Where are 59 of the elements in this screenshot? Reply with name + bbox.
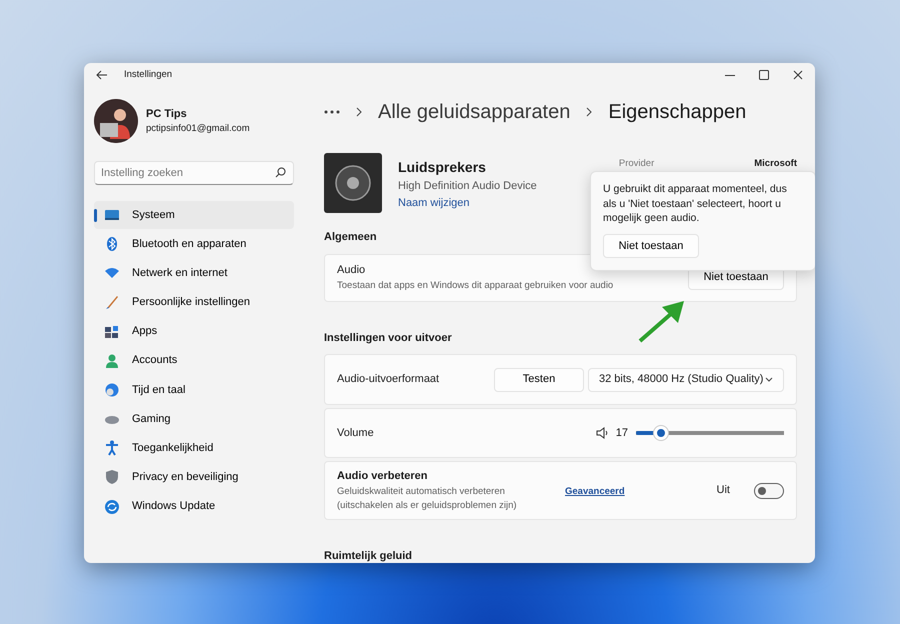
setting-label: Audio verbeteren [337,469,428,484]
toggle-state: Uit [716,483,730,498]
test-button[interactable]: Testen [494,368,584,392]
sidebar-item[interactable]: Toegankelijkheid [94,434,294,462]
more-icon[interactable] [324,110,340,114]
setting-label: Volume [337,426,374,441]
volume-reading: 17 [616,426,628,441]
update-icon [104,498,120,515]
chevron-icon [356,107,362,117]
search-field[interactable]: Instelling zoeken [94,161,294,185]
sidebar-item[interactable]: Accounts [94,346,294,375]
speaker-icon [324,153,382,213]
sidebar-item[interactable]: Apps [94,318,294,346]
bluetooth-icon [104,236,120,252]
section-heading: Instellingen voor uitvoer [324,330,452,346]
flyout-message: U gebruikt dit apparaat momenteel, dus als u 'Niet toestaan' selecteert, hoort u mogelijk geen audio. [603,182,788,226]
user-name: PC Tips [146,106,188,122]
sidebar-item[interactable]: Windows Update [94,492,294,520]
sidebar-item[interactable]: Privacy en beveiliging [94,464,294,492]
sidebar-item[interactable]: Persoonlijke instellingen [94,288,294,316]
minimize-icon [725,74,735,76]
disallow-button[interactable]: Niet toestaan [603,234,699,258]
chevron-down-icon [765,377,773,382]
slider-thumb[interactable] [654,426,668,440]
shield-icon [104,469,120,486]
speaker-icon[interactable] [596,427,608,439]
person-icon [104,352,120,369]
accessibility-icon [104,440,120,456]
section-heading: Ruimtelijk geluid [324,549,412,563]
page-title: Eigenschappen [608,100,746,125]
search-icon [275,167,286,178]
sidebar-item[interactable]: Bluetooth en apparaten [94,230,294,258]
brush-icon [104,294,120,310]
window-title: Instellingen [124,68,172,82]
setting-description: Geluidskwaliteit automatisch verbeteren (uitschakelen als er geluidsproblemen zijn) [337,484,518,513]
provider-value: Microsoft [754,157,797,169]
chevron-icon [586,107,592,117]
breadcrumb-link[interactable]: Alle geluidsapparaten [378,97,570,127]
sidebar-item[interactable]: Netwerk en internet [94,259,294,287]
close-icon [793,70,803,80]
sidebar-item[interactable]: Tijd en taal [94,376,294,404]
device-name: Luidsprekers [398,158,487,177]
provider-label: Provider [618,157,654,169]
back-icon[interactable] [96,70,108,80]
setting-label: Audio [337,263,366,278]
sidebar-item[interactable]: Systeem [94,201,294,229]
rename-link[interactable]: Naam wijzigen [398,196,470,208]
advanced-link[interactable]: Geavanceerd [565,484,625,499]
toggle-switch[interactable] [754,482,784,498]
setting-label: Audio-uitvoerformaat [337,372,440,388]
user-email: pctipsinfo01@gmail.com [146,122,250,136]
section-heading: Algemeen [324,230,377,245]
avatar-icon [94,99,138,143]
maximize-icon [759,70,769,80]
setting-description: Toestaan dat apps en Windows dit apparaat gebruiken voor audio [337,278,614,293]
format-dropdown[interactable]: 32 bits, 48000 Hz (Studio Quality) [588,368,784,392]
apps-icon [104,324,120,340]
sidebar-item[interactable]: Gaming [94,405,294,433]
device-description: High Definition Audio Device [398,179,537,194]
